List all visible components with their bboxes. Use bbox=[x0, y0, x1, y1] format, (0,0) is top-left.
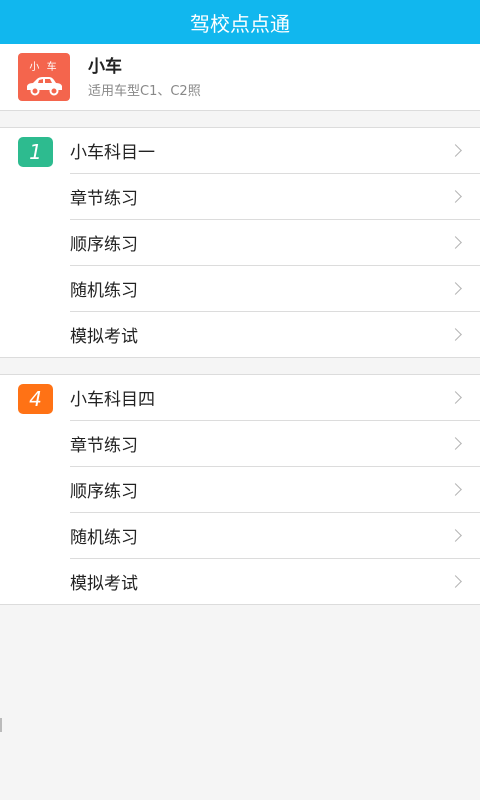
menu-item-subject-four[interactable]: 小车科目四 bbox=[70, 375, 480, 421]
chevron-right-icon bbox=[449, 282, 462, 295]
menu-item-label: 小车科目四 bbox=[70, 390, 155, 410]
menu-item-mock-exam[interactable]: 模拟考试 bbox=[70, 312, 480, 357]
menu-item-chapter-practice[interactable]: 章节练习 bbox=[70, 174, 480, 220]
chevron-right-icon bbox=[449, 391, 462, 404]
car-icon: 小 车 bbox=[18, 53, 70, 101]
app-title: 驾校点点通 bbox=[190, 11, 290, 36]
menu-item-label: 顺序练习 bbox=[70, 235, 138, 255]
menu-item-random-practice[interactable]: 随机练习 bbox=[70, 266, 480, 312]
menu-item-random-practice[interactable]: 随机练习 bbox=[70, 513, 480, 559]
chevron-right-icon bbox=[449, 483, 462, 496]
scrollbar[interactable] bbox=[0, 718, 2, 732]
menu-item-label: 随机练习 bbox=[70, 528, 138, 548]
app-title-bar: 驾校点点通 bbox=[0, 0, 480, 44]
menu-item-label: 小车科目一 bbox=[70, 143, 155, 163]
menu-item-label: 随机练习 bbox=[70, 281, 138, 301]
chevron-right-icon bbox=[449, 575, 462, 588]
subject-four-section: 4 小车科目四 章节练习 顺序练习 随机练习 模拟考试 bbox=[0, 374, 480, 605]
menu-item-label: 章节练习 bbox=[70, 436, 138, 456]
menu-item-subject-one[interactable]: 小车科目一 bbox=[70, 128, 480, 174]
vehicle-description: 适用车型C1、C2照 bbox=[88, 83, 201, 99]
chevron-right-icon bbox=[449, 328, 462, 341]
vehicle-selector[interactable]: 小 车 小车 适用车型C1、C2照 bbox=[0, 44, 480, 111]
chevron-right-icon bbox=[449, 190, 462, 203]
vehicle-name: 小车 bbox=[88, 56, 122, 77]
menu-item-sequential-practice[interactable]: 顺序练习 bbox=[70, 467, 480, 513]
menu-item-label: 顺序练习 bbox=[70, 482, 138, 502]
car-badge-label: 小 车 bbox=[29, 62, 59, 73]
menu-item-label: 模拟考试 bbox=[70, 327, 138, 347]
chevron-right-icon bbox=[449, 236, 462, 249]
subject-badge-4-icon: 4 bbox=[18, 384, 53, 414]
menu-item-chapter-practice[interactable]: 章节练习 bbox=[70, 421, 480, 467]
menu-item-label: 模拟考试 bbox=[70, 574, 138, 594]
menu-item-mock-exam[interactable]: 模拟考试 bbox=[70, 559, 480, 604]
menu-item-sequential-practice[interactable]: 顺序练习 bbox=[70, 220, 480, 266]
chevron-right-icon bbox=[449, 529, 462, 542]
menu-item-label: 章节练习 bbox=[70, 189, 138, 209]
chevron-right-icon bbox=[449, 437, 462, 450]
car-shape-icon bbox=[27, 77, 62, 96]
chevron-right-icon bbox=[449, 144, 462, 157]
subject-one-section: 1 小车科目一 章节练习 顺序练习 随机练习 模拟考试 bbox=[0, 127, 480, 358]
subject-badge-1-icon: 1 bbox=[18, 137, 53, 167]
